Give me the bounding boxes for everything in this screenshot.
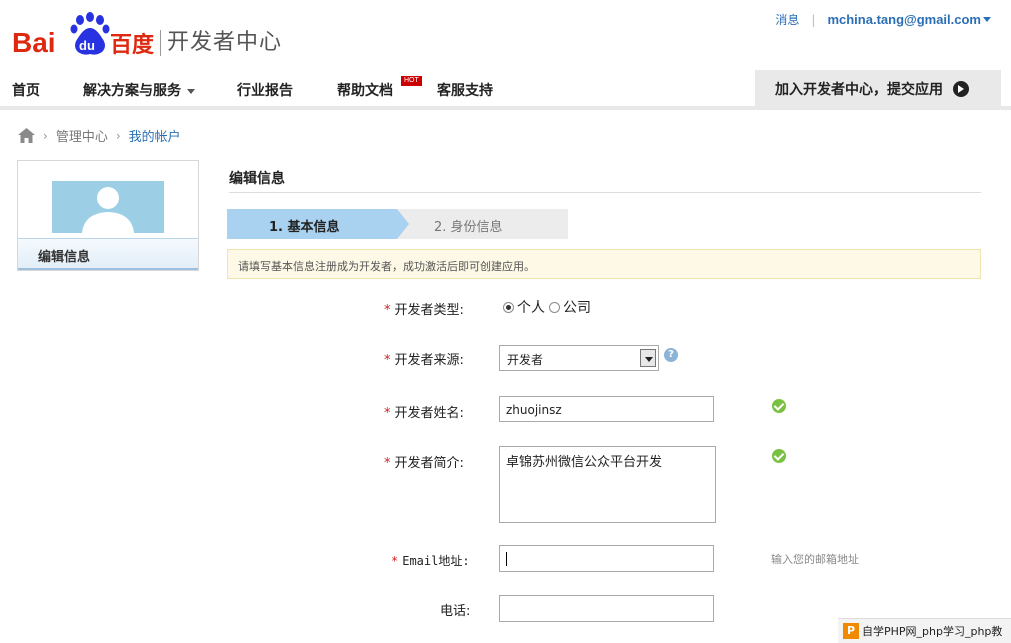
source-label-text: 开发者来源: (394, 353, 464, 368)
chevron-right-icon: › (115, 128, 121, 143)
step-identity-info: 2. 身份信息 (434, 220, 503, 235)
divider: | (811, 12, 816, 27)
nav-home-label: 首页 (12, 83, 40, 99)
nav-reports-label: 行业报告 (237, 83, 293, 99)
svg-text:du: du (79, 38, 95, 53)
email-label-text: Email地址: (402, 554, 470, 568)
name-label: * 开发者姓名: (384, 402, 464, 421)
email-hint: 输入您的邮箱地址 (771, 553, 859, 566)
intro-label-text: 开发者简介: (394, 456, 464, 471)
text-cursor (506, 551, 507, 566)
watermark-text: 自学PHP网_php学习_php教 (862, 625, 1003, 638)
step-basic-info: 1. 基本信息 (227, 209, 409, 239)
intro-textarea-value: 卓锦苏州微信公众平台开发 (506, 455, 663, 470)
breadcrumb-admin[interactable]: 管理中心 (56, 126, 108, 145)
source-label: * 开发者来源: (384, 349, 464, 368)
nav-reports[interactable]: 行业报告 (237, 80, 293, 100)
dropdown-arrow-icon[interactable] (640, 349, 656, 367)
divider (229, 192, 981, 193)
check-icon (772, 399, 786, 413)
help-icon[interactable]: ? (664, 348, 678, 362)
type-label: * 开发者类型: (384, 299, 464, 318)
email-label: * Email地址: (391, 552, 470, 569)
intro-label: * 开发者简介: (384, 452, 464, 471)
top-links: 消息 | mchina.tang@gmail.com (775, 11, 991, 28)
home-icon[interactable] (18, 128, 35, 143)
baidu-logo[interactable]: du Bai 百度 (12, 12, 157, 60)
nav-solutions[interactable]: 解决方案与服务 (83, 80, 195, 100)
email-input[interactable] (499, 545, 714, 572)
chevron-right-icon: › (43, 128, 48, 143)
nav-docs-label: 帮助文档 (337, 83, 393, 99)
join-developer-button[interactable]: 加入开发者中心，提交应用 (755, 70, 1001, 108)
required-mark: * (384, 303, 391, 318)
radio-individual-label[interactable]: 个人 (517, 297, 545, 317)
site-watermark: P 自学PHP网_php学习_php教 (838, 618, 1011, 643)
avatar[interactable] (52, 181, 164, 233)
account-menu[interactable]: mchina.tang@gmail.com (827, 12, 981, 27)
main-nav: 首页 解决方案与服务 行业报告 帮助文档 HOT 客服支持 加入开发者中心，提交… (0, 68, 1011, 110)
radio-company-label[interactable]: 公司 (563, 297, 591, 317)
php-logo-icon: P (843, 623, 859, 639)
page-title: 编辑信息 (229, 171, 285, 187)
breadcrumb-my-account[interactable]: 我的帐户 (129, 126, 181, 145)
source-selected-value: 开发者 (507, 353, 544, 367)
notice-banner: 请填写基本信息注册成为开发者，成功激活后即可创建应用。 (227, 249, 981, 279)
nav-home[interactable]: 首页 (12, 80, 40, 100)
required-mark: * (391, 554, 399, 568)
check-icon (772, 449, 786, 463)
phone-input[interactable] (499, 595, 714, 622)
hot-badge: HOT (401, 76, 422, 86)
name-label-text: 开发者姓名: (394, 406, 464, 421)
nav-support[interactable]: 客服支持 (437, 80, 493, 100)
nav-support-label: 客服支持 (437, 83, 493, 99)
required-mark: * (384, 353, 391, 368)
arrow-right-icon (953, 81, 969, 97)
required-mark: * (384, 406, 391, 421)
messages-link[interactable]: 消息 (775, 11, 799, 28)
nav-docs[interactable]: 帮助文档 (337, 80, 393, 100)
name-input-value: zhuojinsz (506, 403, 562, 417)
join-button-label: 加入开发者中心，提交应用 (775, 82, 943, 98)
chevron-down-icon (187, 88, 195, 94)
svg-text:Bai: Bai (12, 27, 56, 58)
radio-company[interactable] (549, 301, 560, 313)
type-label-text: 开发者类型: (394, 303, 464, 318)
required-mark: * (384, 456, 391, 471)
developer-intro-textarea[interactable]: 卓锦苏州微信公众平台开发 (499, 446, 716, 523)
developer-source-select[interactable]: 开发者 (499, 345, 659, 371)
nav-solutions-label: 解决方案与服务 (83, 83, 181, 99)
site-subtitle: 开发者中心 (160, 30, 282, 56)
phone-label: 电话: (440, 604, 471, 619)
chevron-down-icon[interactable] (983, 17, 991, 22)
step-indicator: 1. 基本信息 2. 身份信息 (227, 209, 568, 239)
svg-text:百度: 百度 (110, 32, 155, 58)
radio-individual[interactable] (503, 301, 514, 313)
breadcrumb: › 管理中心 › 我的帐户 (18, 126, 181, 145)
sidebar-item-edit-info[interactable]: 编辑信息 (18, 238, 198, 270)
developer-type-radio-group: 个人 公司 (503, 297, 591, 317)
profile-card: 编辑信息 (17, 160, 199, 271)
developer-name-input[interactable]: zhuojinsz (499, 396, 714, 422)
